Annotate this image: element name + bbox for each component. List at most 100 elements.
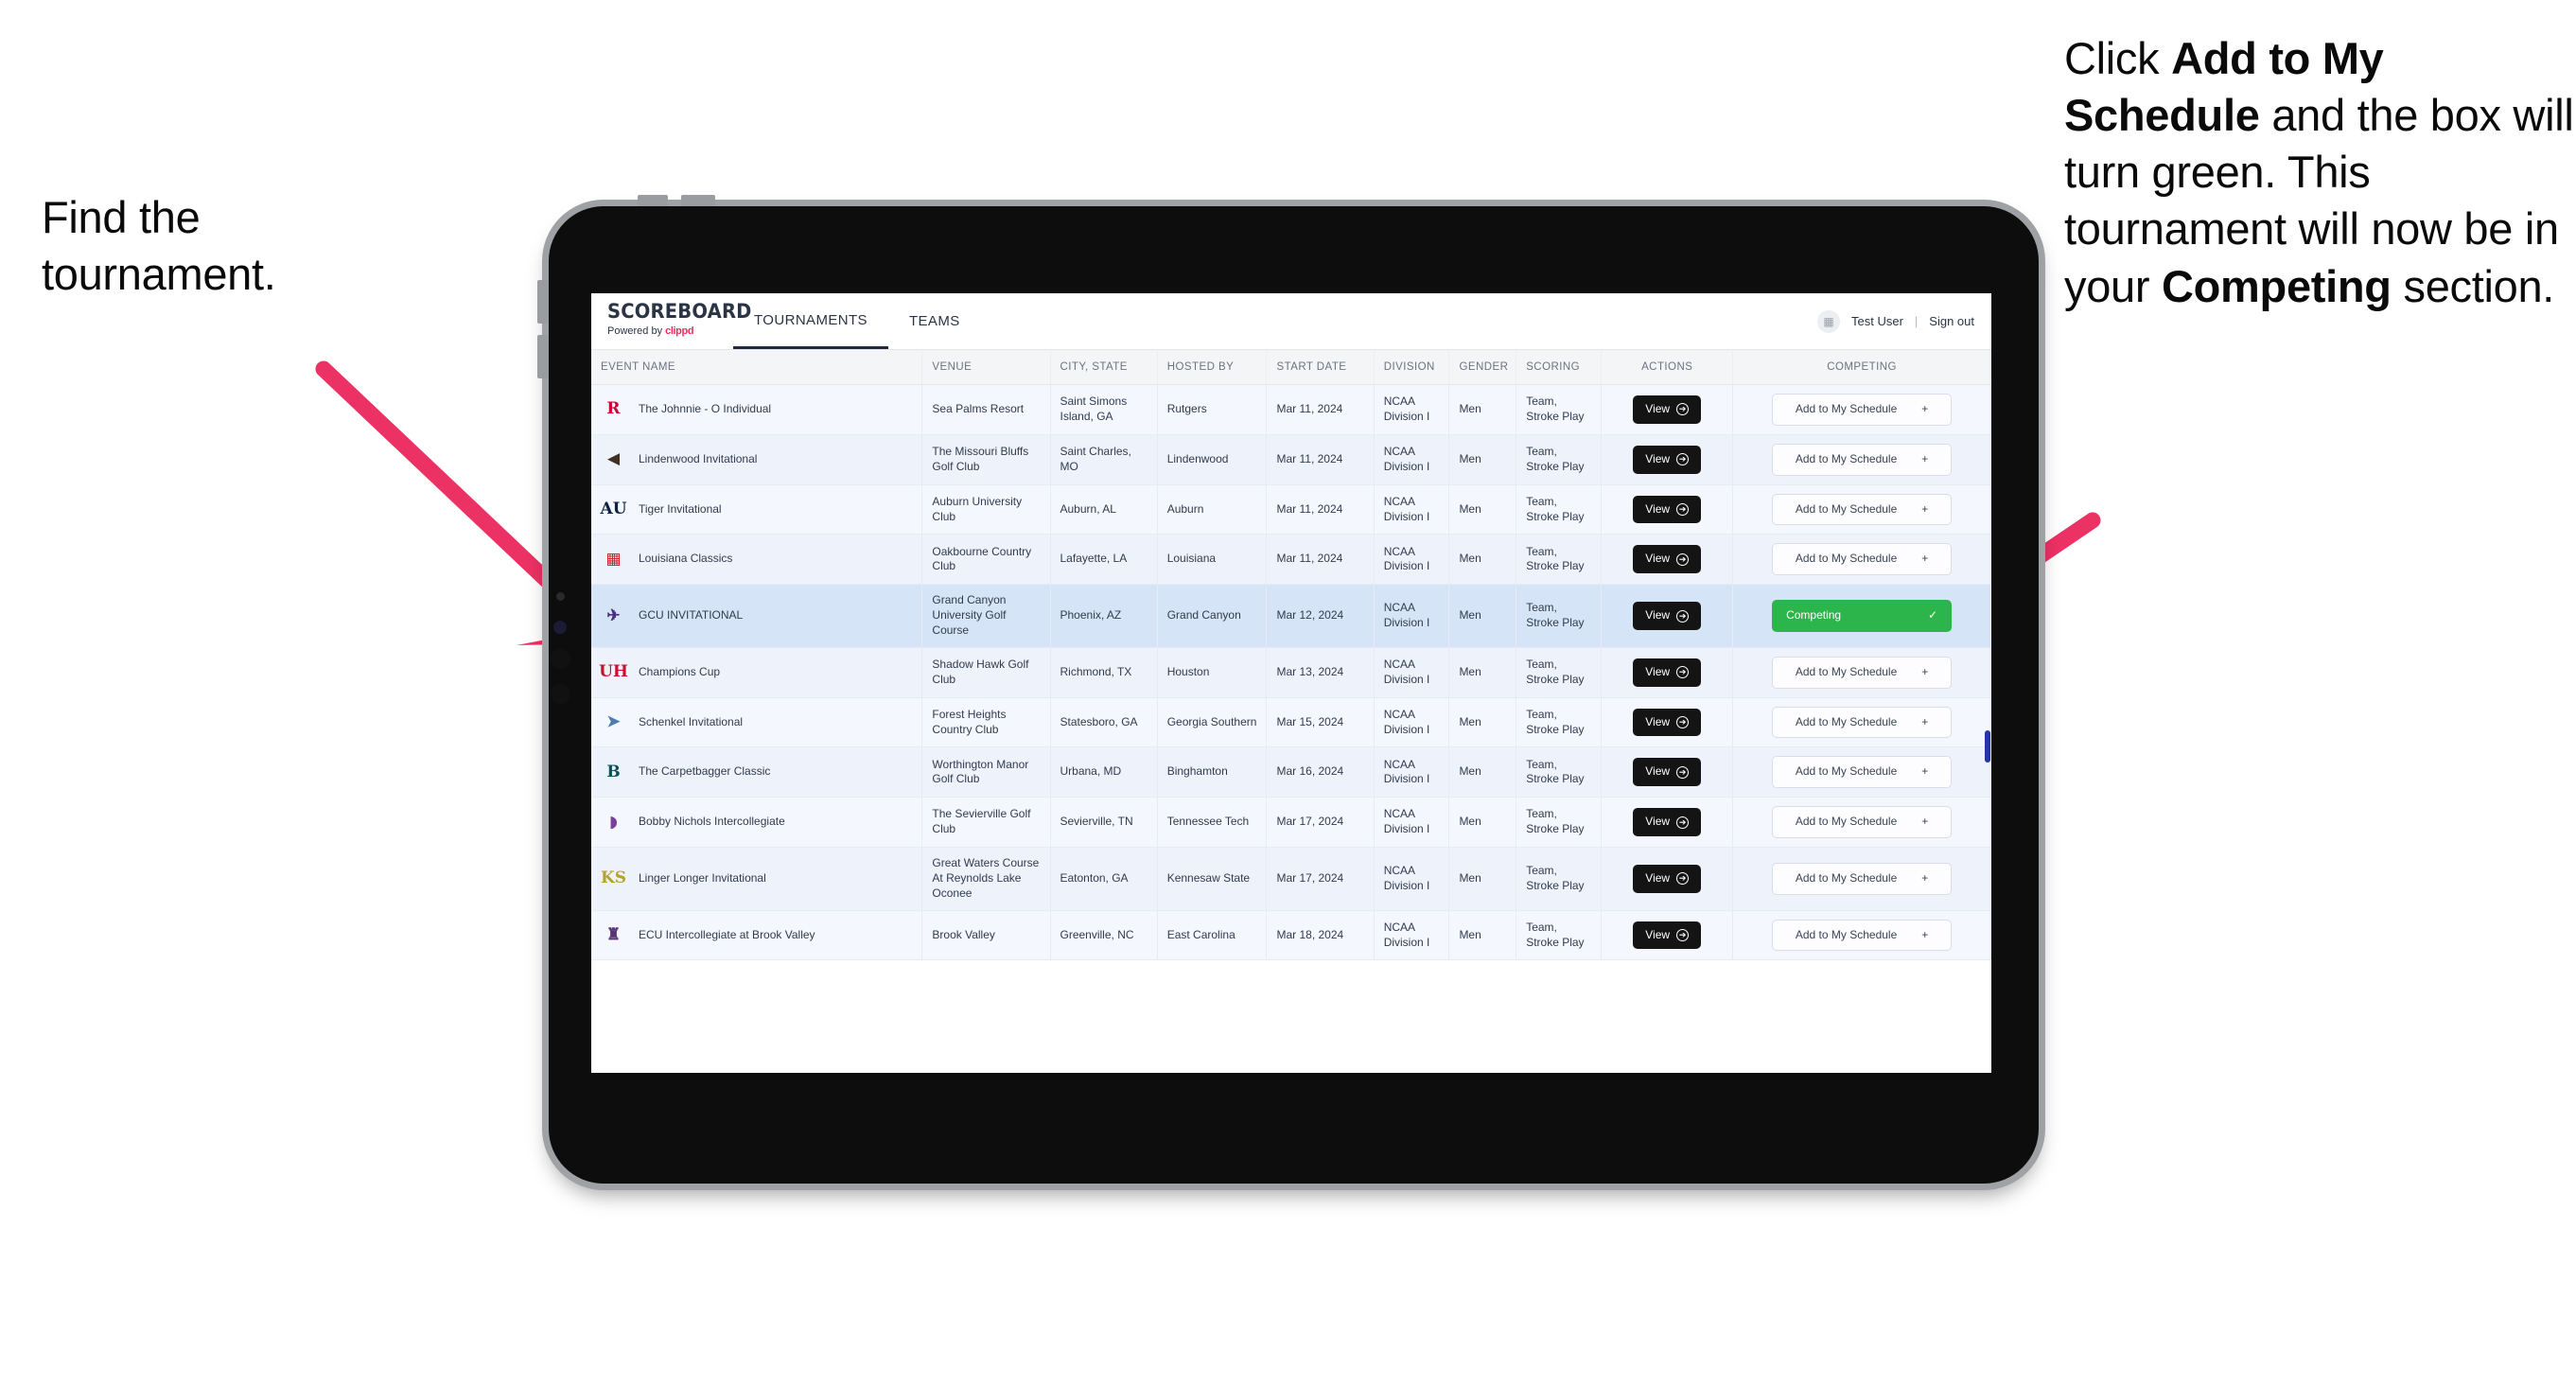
- view-button[interactable]: View ➔: [1633, 545, 1702, 574]
- cell-start-date: Mar 18, 2024: [1266, 910, 1375, 961]
- cell-competing: Add to My Schedule +: [1732, 797, 1991, 849]
- add-to-my-schedule-button[interactable]: Add to My Schedule +: [1772, 493, 1953, 526]
- user-badge-icon[interactable]: ▦: [1817, 309, 1840, 333]
- col-division[interactable]: DIVISION: [1374, 350, 1450, 385]
- table-row[interactable]: KS Linger Longer Invitational Great Waters…: [591, 847, 1991, 911]
- view-button[interactable]: View ➔: [1633, 708, 1702, 737]
- add-to-my-schedule-button[interactable]: Add to My Schedule +: [1772, 706, 1953, 739]
- cell-hosted-by: Tennessee Tech: [1157, 797, 1268, 849]
- view-button[interactable]: View ➔: [1633, 921, 1702, 950]
- event-name-text: Champions Cup: [639, 664, 721, 678]
- sensor-dot-icon: [556, 592, 565, 601]
- add-to-my-schedule-button[interactable]: Add to My Schedule +: [1772, 756, 1953, 789]
- add-to-my-schedule-button[interactable]: Add to My Schedule +: [1772, 443, 1953, 476]
- tournaments-table-container[interactable]: EVENT NAME VENUE CITY, STATE HOSTED BY S…: [591, 350, 1991, 1073]
- cell-event-name: UH Champions Cup: [591, 647, 923, 698]
- view-button[interactable]: View ➔: [1633, 808, 1702, 837]
- view-button[interactable]: View ➔: [1633, 495, 1702, 524]
- event-name-text: The Johnnie - O Individual: [639, 401, 772, 415]
- table-row[interactable]: ▦ Louisiana Classics Oakbourne Country Clu…: [591, 534, 1991, 586]
- add-to-my-schedule-button[interactable]: Add to My Schedule +: [1772, 862, 1953, 895]
- cell-scoring: Team, Stroke Play: [1516, 697, 1603, 748]
- cell-hosted-by: Georgia Southern: [1157, 697, 1268, 748]
- add-to-my-schedule-button[interactable]: Add to My Schedule +: [1772, 806, 1953, 839]
- volume-down-button[interactable]: [681, 195, 715, 206]
- cell-gender: Men: [1448, 484, 1517, 535]
- cell-actions: View ➔: [1601, 910, 1734, 961]
- add-to-my-schedule-button[interactable]: Add to My Schedule +: [1772, 919, 1953, 952]
- page-scrollbar[interactable]: [1985, 293, 1990, 1073]
- competing-button[interactable]: Competing ✓: [1772, 600, 1953, 632]
- table-row[interactable]: UH Champions Cup Shadow Hawk Golf Club Rich…: [591, 647, 1991, 698]
- tab-tournaments[interactable]: TOURNAMENTS: [733, 293, 888, 349]
- table-row[interactable]: AU Tiger Invitational Auburn University Cl…: [591, 484, 1991, 535]
- tab-teams[interactable]: TEAMS: [888, 293, 981, 349]
- add-to-my-schedule-button[interactable]: Add to My Schedule +: [1772, 656, 1953, 689]
- cell-actions: View ➔: [1601, 847, 1734, 911]
- view-button[interactable]: View ➔: [1633, 658, 1702, 687]
- add-to-my-schedule-button[interactable]: Add to My Schedule +: [1772, 394, 1953, 426]
- view-button[interactable]: View ➔: [1633, 864, 1702, 893]
- auburn-logo: AU: [600, 500, 627, 519]
- table-row[interactable]: B The Carpetbagger Classic Worthington Man…: [591, 746, 1991, 798]
- col-venue[interactable]: VENUE: [921, 350, 1051, 385]
- cell-venue: Worthington Manor Golf Club: [921, 746, 1051, 798]
- side-button-top[interactable]: [537, 280, 549, 324]
- cell-gender: Men: [1448, 534, 1517, 586]
- col-event-name[interactable]: EVENT NAME: [591, 350, 923, 385]
- col-gender[interactable]: GENDER: [1448, 350, 1517, 385]
- col-start-date[interactable]: START DATE: [1266, 350, 1375, 385]
- screenshot-root: Find the tournament. Click Add to My Sch…: [0, 0, 2576, 1386]
- cell-division: NCAA Division I: [1374, 697, 1450, 748]
- tab-teams-label: TEAMS: [908, 313, 960, 329]
- add-to-my-schedule-button[interactable]: Add to My Schedule +: [1772, 543, 1953, 576]
- cell-city-state: Saint Simons Island, GA: [1050, 384, 1158, 435]
- cell-start-date: Mar 12, 2024: [1266, 584, 1375, 648]
- tablet-device: SCOREBOARD Powered by clippd TOURNAMENTS…: [537, 195, 2039, 1184]
- table-row[interactable]: ◗ Bobby Nichols Intercollegiate The Sevier…: [591, 797, 1991, 849]
- table-row[interactable]: ♜ ECU Intercollegiate at Brook Valley Broo…: [591, 910, 1991, 961]
- cell-city-state: Urbana, MD: [1050, 746, 1158, 798]
- col-scoring[interactable]: SCORING: [1516, 350, 1603, 385]
- cell-scoring: Team, Stroke Play: [1516, 797, 1603, 849]
- cell-city-state: Sevierville, TN: [1050, 797, 1158, 849]
- arrow-right-circle-icon: ➔: [1676, 929, 1690, 941]
- add-to-my-schedule-label: Add to My Schedule: [1795, 927, 1898, 941]
- app-logo[interactable]: SCOREBOARD Powered by clippd: [591, 293, 751, 349]
- page-scrollbar-thumb[interactable]: [1985, 730, 1990, 763]
- cell-competing: Add to My Schedule +: [1732, 384, 1991, 435]
- cell-start-date: Mar 15, 2024: [1266, 697, 1375, 748]
- cell-scoring: Team, Stroke Play: [1516, 534, 1603, 586]
- view-button[interactable]: View ➔: [1633, 445, 1702, 474]
- view-button-label: View: [1645, 451, 1671, 465]
- table-row[interactable]: ➤ Schenkel Invitational Forest Heights Cou…: [591, 697, 1991, 748]
- view-button[interactable]: View ➔: [1633, 758, 1702, 787]
- cell-venue: Auburn University Club: [921, 484, 1051, 535]
- view-button-label: View: [1645, 815, 1671, 829]
- houston-logo: UH: [599, 662, 628, 682]
- table-row[interactable]: ✈ GCU INVITATIONAL Grand Canyon University…: [591, 584, 1991, 648]
- cell-competing: Add to My Schedule +: [1732, 910, 1991, 961]
- volume-up-button[interactable]: [638, 195, 668, 206]
- cell-gender: Men: [1448, 434, 1517, 485]
- east-carolina-pirates-logo: ♜: [605, 925, 622, 944]
- table-row[interactable]: R The Johnnie - O Individual Sea Palms Res…: [591, 384, 1991, 435]
- cell-event-name: ➤ Schenkel Invitational: [591, 697, 923, 748]
- arrow-right-circle-icon: ➔: [1676, 553, 1690, 566]
- col-city-state[interactable]: CITY, STATE: [1050, 350, 1158, 385]
- annotation-left-line1: Find the: [42, 192, 201, 242]
- cell-hosted-by: Louisiana: [1157, 534, 1268, 586]
- table-row[interactable]: ◀ Lindenwood Invitational The Missouri Blu…: [591, 434, 1991, 485]
- cell-competing: Add to My Schedule +: [1732, 847, 1991, 911]
- sign-out-link[interactable]: Sign out: [1929, 314, 1974, 328]
- side-button-bottom[interactable]: [537, 335, 549, 378]
- view-button-label: View: [1645, 501, 1671, 516]
- cell-division: NCAA Division I: [1374, 384, 1450, 435]
- camera-lens-icon: [553, 621, 567, 634]
- view-button[interactable]: View ➔: [1633, 602, 1702, 630]
- georgia-southern-eagles-logo: ➤: [606, 712, 621, 732]
- view-button[interactable]: View ➔: [1633, 395, 1702, 424]
- col-hosted-by[interactable]: HOSTED BY: [1157, 350, 1268, 385]
- plus-icon: +: [1921, 402, 1929, 415]
- table-header-row: EVENT NAME VENUE CITY, STATE HOSTED BY S…: [591, 350, 1991, 385]
